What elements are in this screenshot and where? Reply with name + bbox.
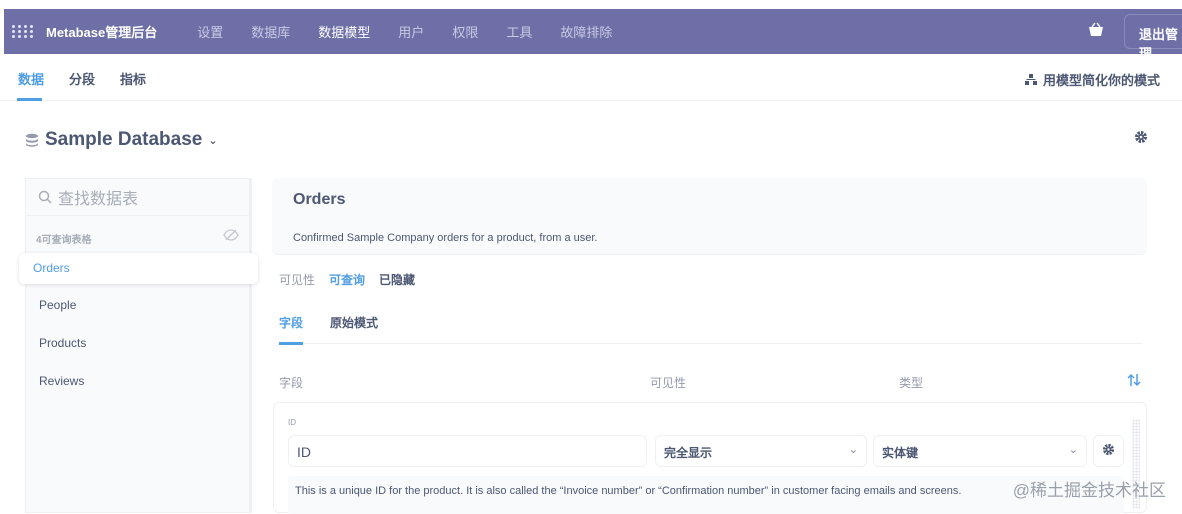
field-original-name: ID — [288, 418, 296, 427]
nav-people[interactable]: 用户 — [398, 22, 424, 41]
database-name: Sample Database — [45, 129, 203, 150]
sub-navigation: 数据 分段 指标 用模型简化你的模式 — [0, 54, 1182, 101]
watermark: @稀土掘金技术社区 — [1012, 481, 1166, 500]
search-placeholder: 查找数据表 — [58, 191, 139, 208]
table-description-input[interactable]: Confirmed Sample Company orders for a pr… — [293, 232, 597, 244]
nav-permissions[interactable]: 权限 — [452, 22, 478, 41]
table-item-orders[interactable]: Orders — [19, 253, 258, 284]
gear-icon[interactable] — [1134, 130, 1148, 144]
simplify-label: 用模型简化你的模式 — [1042, 73, 1160, 88]
table-item-people[interactable]: People — [39, 298, 76, 312]
table-item-products[interactable]: Products — [39, 336, 86, 350]
exit-admin-button[interactable]: 退出管理 — [1124, 14, 1182, 61]
field-description-input[interactable]: This is a unique ID for the product. It … — [288, 476, 1124, 514]
queryable-table-count: 4可查询表格 — [36, 235, 92, 246]
nav-settings[interactable]: 设置 — [197, 22, 223, 41]
chevron-down-icon: ⌄ — [208, 134, 218, 147]
nav-troubleshooting[interactable]: 故障排除 — [560, 22, 612, 41]
search-icon — [38, 190, 52, 204]
visibility-label: 可见性 — [279, 273, 316, 287]
tab-metrics[interactable]: 指标 — [120, 69, 146, 88]
database-selector[interactable]: Sample Database ⌄ — [25, 129, 218, 151]
tab-segments[interactable]: 分段 — [69, 69, 95, 88]
active-tab-underline — [17, 98, 42, 101]
nav-tools[interactable]: 工具 — [506, 22, 532, 41]
nav-databases[interactable]: 数据库 — [251, 22, 290, 41]
field-visibility-select[interactable]: 完全显示 ⌄ — [655, 435, 867, 467]
table-search-input[interactable]: 查找数据表 — [26, 179, 249, 216]
model-icon — [1024, 73, 1037, 85]
field-settings-button[interactable] — [1093, 435, 1124, 467]
gear-icon — [1102, 443, 1115, 456]
eye-crossed-icon[interactable] — [223, 229, 239, 241]
column-header-visibility: 可见性 — [650, 376, 687, 390]
tab-original-schema[interactable]: 原始模式 — [330, 314, 378, 331]
store-basket-icon[interactable] — [1088, 21, 1104, 37]
brand-title: Metabase管理后台 — [46, 25, 158, 40]
database-icon — [26, 133, 38, 147]
field-visibility-value: 完全显示 — [664, 446, 713, 460]
field-display-name-input[interactable]: ID — [288, 435, 647, 467]
field-type-value: 实体键 — [882, 446, 919, 460]
column-header-type: 类型 — [899, 376, 924, 390]
table-item-reviews[interactable]: Reviews — [39, 374, 84, 388]
table-name-input[interactable]: Orders — [293, 191, 345, 209]
field-tabs: 字段 原始模式 — [279, 314, 378, 331]
nav-data-model[interactable]: 数据模型 — [318, 22, 370, 41]
metabase-logo-icon[interactable] — [12, 21, 34, 43]
table-header: Orders Confirmed Sample Company orders f… — [272, 178, 1147, 255]
active-field-tab-underline — [279, 342, 303, 345]
tab-fields[interactable]: 字段 — [279, 314, 303, 331]
admin-nav: 设置 数据库 数据模型 用户 权限 工具 故障排除 — [197, 22, 640, 41]
field-type-select[interactable]: 实体键 ⌄ — [873, 435, 1087, 467]
chevron-down-icon: ⌄ — [848, 444, 858, 456]
visibility-hidden[interactable]: 已隐藏 — [379, 271, 415, 288]
simplify-with-models-link[interactable]: 用模型简化你的模式 — [1024, 70, 1160, 89]
column-header-field: 字段 — [279, 376, 304, 390]
visibility-selector: 可见性 可查询 已隐藏 — [279, 271, 415, 288]
visibility-queryable[interactable]: 可查询 — [329, 271, 365, 288]
table-list-sidebar: 查找数据表 4可查询表格 Orders People Products Revi… — [19, 178, 258, 513]
sort-icon[interactable] — [1127, 373, 1141, 387]
tab-data[interactable]: 数据 — [18, 69, 44, 88]
top-navbar: Metabase管理后台 设置 数据库 数据模型 用户 权限 工具 故障排除 退… — [4, 9, 1182, 61]
tabs-divider — [279, 343, 1142, 344]
chevron-down-icon: ⌄ — [1068, 444, 1078, 456]
